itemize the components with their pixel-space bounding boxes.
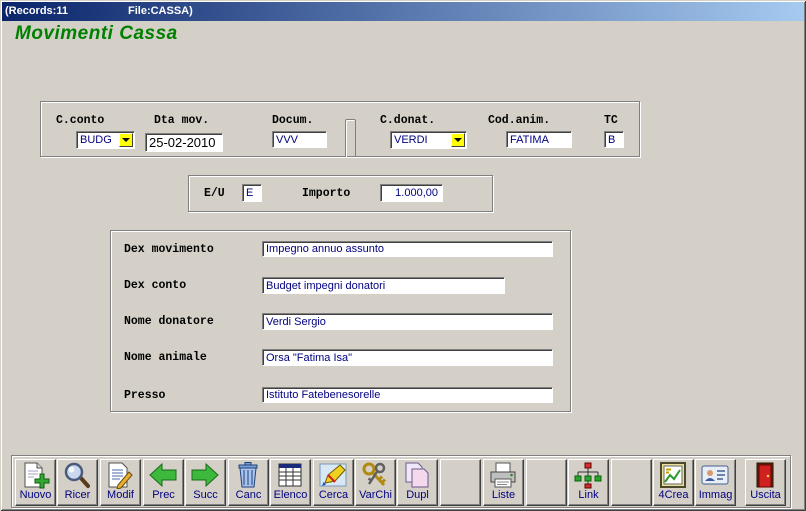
toolbar-button-label: Elenco	[273, 489, 308, 501]
bottom-toolbar: Nuovo Ricer Modif Prec Succ Canc Elenco …	[11, 455, 791, 508]
dex-movimento-label: Dex movimento	[124, 243, 214, 256]
toolbar-button-label: Ricer	[64, 489, 91, 501]
toolbar-button-label: Nuovo	[19, 489, 52, 501]
title-bar[interactable]: (Records:11 File:CASSA)	[2, 2, 804, 21]
new-button[interactable]: Nuovo	[15, 459, 56, 506]
records-count: (Records:11	[5, 5, 68, 17]
dex-conto-label: Dex conto	[124, 279, 187, 292]
toolbar-button-label: Link	[578, 489, 599, 501]
id-card-icon	[701, 465, 729, 485]
importo-input[interactable]	[380, 184, 443, 202]
arrow-right-icon	[191, 462, 219, 488]
new-document-icon	[24, 462, 50, 489]
printer-icon	[490, 462, 516, 488]
c-donat-label: C.donat.	[380, 114, 436, 127]
table-icon	[278, 463, 302, 487]
framed-chart-icon	[660, 462, 686, 488]
c-conto-label: C.conto	[56, 114, 105, 127]
toolbar-button-label: Cerca	[318, 489, 349, 501]
importo-label: Importo	[302, 187, 351, 200]
delete-button[interactable]: Canc	[228, 459, 269, 506]
nome-animale-label: Nome animale	[124, 351, 207, 364]
previous-button[interactable]: Prec	[143, 459, 184, 506]
cod-anim-input[interactable]	[506, 131, 572, 148]
empty-toolbar-slot-1[interactable]	[440, 459, 481, 506]
lists-button[interactable]: Liste	[483, 459, 524, 506]
details-group: Dex movimento Dex conto Nome donatore No…	[110, 230, 571, 412]
presso-input[interactable]	[262, 387, 553, 403]
nome-animale-input[interactable]	[262, 349, 553, 366]
find-button[interactable]: Cerca	[313, 459, 354, 506]
toolbar-button-label: Prec	[152, 489, 175, 501]
toolbar-button-label: Immag	[698, 489, 733, 501]
duplicate-button[interactable]: Dupl	[397, 459, 438, 506]
c-conto-input[interactable]	[78, 132, 118, 148]
create-button[interactable]: 4Crea	[653, 459, 694, 506]
toolbar-button-label: Canc	[235, 489, 262, 501]
keys-icon	[362, 462, 387, 487]
hierarchy-link-icon	[574, 462, 602, 489]
dta-mov-label: Dta mov.	[154, 114, 210, 127]
eu-input[interactable]	[242, 184, 262, 202]
amount-group: E/U Importo	[188, 175, 493, 212]
c-donat-input[interactable]	[392, 132, 450, 148]
c-conto-dropdown-button[interactable]	[119, 133, 133, 147]
toolbar-button-label: Succ	[193, 489, 218, 501]
file-name: File:CASSA)	[128, 5, 193, 17]
exit-door-icon	[756, 462, 774, 488]
tc-label: TC	[604, 114, 618, 127]
tc-input[interactable]	[604, 131, 624, 148]
edit-document-icon	[108, 462, 133, 489]
change-key-button[interactable]: VarChi	[355, 459, 396, 506]
toolbar-button-label: Uscita	[750, 489, 781, 501]
toolbar-button-label: 4Crea	[658, 489, 689, 501]
presso-label: Presso	[124, 389, 166, 402]
cod-anim-label: Cod.anim.	[488, 114, 551, 127]
search-button[interactable]: Ricer	[57, 459, 98, 506]
dropdown-arrow-icon	[454, 138, 462, 142]
docum-input[interactable]	[272, 131, 327, 148]
toolbar-button-label: Liste	[491, 489, 516, 501]
eu-label: E/U	[204, 187, 225, 200]
arrow-left-icon	[149, 462, 177, 488]
list-button[interactable]: Elenco	[270, 459, 311, 506]
image-button[interactable]: Immag	[695, 459, 736, 506]
c-donat-dropdown-button[interactable]	[451, 133, 465, 147]
form-title: Movimenti Cassa	[15, 23, 178, 44]
field-separator	[345, 119, 356, 157]
dropdown-arrow-icon	[122, 138, 130, 142]
dta-mov-input[interactable]	[145, 133, 223, 152]
window: (Records:11 File:CASSA) Movimenti Cassa …	[0, 0, 806, 511]
dex-movimento-input[interactable]	[262, 241, 553, 257]
toolbar-button-label: VarChi	[359, 489, 392, 501]
dex-conto-input[interactable]	[262, 277, 505, 294]
link-button[interactable]: Link	[568, 459, 609, 506]
highlighter-icon	[319, 463, 347, 487]
nome-donatore-label: Nome donatore	[124, 315, 214, 328]
next-button[interactable]: Succ	[185, 459, 226, 506]
docum-label: Docum.	[272, 114, 314, 127]
toolbar-button-label: Dupl	[406, 489, 429, 501]
empty-toolbar-slot-2[interactable]	[526, 459, 567, 506]
exit-button[interactable]: Uscita	[745, 459, 786, 506]
modify-button[interactable]: Modif	[100, 459, 141, 506]
magnifier-icon	[64, 462, 90, 488]
trash-can-icon	[238, 462, 258, 488]
account-header-group: C.conto Dta mov. Docum. C.donat. Cod.ani…	[40, 101, 640, 157]
duplicate-documents-icon	[405, 462, 429, 488]
c-conto-combo[interactable]	[76, 131, 135, 149]
toolbar-button-label: Modif	[107, 489, 134, 501]
nome-donatore-input[interactable]	[262, 313, 553, 330]
c-donat-combo[interactable]	[390, 131, 467, 149]
empty-toolbar-slot-3[interactable]	[611, 459, 652, 506]
